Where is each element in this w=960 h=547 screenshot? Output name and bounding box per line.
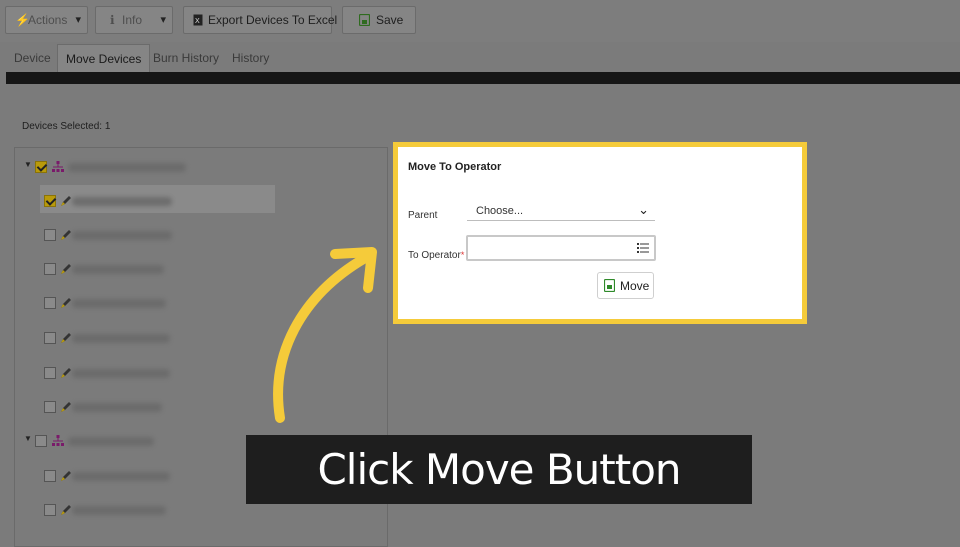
chevron-down-icon: ▾ <box>75 14 81 26</box>
caret-down-icon[interactable]: ▼ <box>24 160 32 169</box>
export-excel-button[interactable]: X Export Devices To Excel <box>183 6 337 34</box>
device-checkbox[interactable] <box>44 470 56 482</box>
device-checkbox[interactable] <box>44 263 56 275</box>
device-pen-icon <box>61 333 71 343</box>
redacted-text <box>68 163 186 172</box>
device-checkbox[interactable] <box>44 229 56 241</box>
device-checkbox[interactable] <box>44 195 56 207</box>
redacted-text <box>72 403 162 412</box>
group-checkbox[interactable] <box>35 435 47 447</box>
move-to-operator-dialog: Move To Operator Parent Choose... ⌄ To O… <box>393 142 807 324</box>
caret-down-icon[interactable]: ▼ <box>24 434 32 443</box>
device-checkbox[interactable] <box>44 332 56 344</box>
dialog-title: Move To Operator <box>408 161 502 173</box>
list-icon[interactable] <box>637 242 649 254</box>
device-pen-icon <box>61 196 71 206</box>
required-marker: * <box>460 250 465 260</box>
header-divider <box>6 72 960 84</box>
redacted-text <box>72 197 172 206</box>
redacted-text <box>72 265 164 274</box>
chevron-down-icon: ⌄ <box>638 202 649 217</box>
device-pen-icon <box>61 402 71 412</box>
move-icon <box>604 279 615 292</box>
redacted-text <box>68 437 154 446</box>
info-dropdown-button[interactable]: ℹ Info ▾ <box>95 6 173 34</box>
devices-selected-count: Devices Selected: 1 <box>22 121 111 132</box>
svg-text:X: X <box>195 18 200 25</box>
tab-history[interactable]: History <box>232 44 269 72</box>
device-checkbox[interactable] <box>44 401 56 413</box>
save-button[interactable]: Save <box>342 6 416 34</box>
tutorial-caption: Click Move Button <box>246 435 752 504</box>
group-checkbox[interactable] <box>35 161 47 173</box>
move-button[interactable]: Move <box>597 272 654 299</box>
device-pen-icon <box>61 505 71 515</box>
save-icon <box>359 14 370 26</box>
redacted-text <box>72 334 170 343</box>
parent-label: Parent <box>408 210 438 221</box>
to-operator-input[interactable] <box>466 235 656 261</box>
actions-dropdown-button[interactable]: ⚡ Actions ▾ <box>5 6 88 34</box>
toolbar: ⚡ Actions ▾ ℹ Info ▾ X Export Devices To… <box>0 0 960 42</box>
tab-move-devices[interactable]: Move Devices <box>57 44 151 72</box>
device-checkbox[interactable] <box>44 504 56 516</box>
device-pen-icon <box>61 471 71 481</box>
chevron-down-icon: ▾ <box>160 14 166 26</box>
device-pen-icon <box>61 368 71 378</box>
excel-file-icon: X <box>193 14 203 26</box>
redacted-text <box>72 369 170 378</box>
redacted-text <box>72 506 166 515</box>
device-pen-icon <box>61 264 71 274</box>
device-pen-icon <box>61 298 71 308</box>
redacted-text <box>72 299 166 308</box>
device-checkbox[interactable] <box>44 297 56 309</box>
device-checkbox[interactable] <box>44 367 56 379</box>
org-chart-icon <box>52 435 64 446</box>
tab-bar: Device Move Devices Burn History History <box>0 42 960 72</box>
tab-device[interactable]: Device <box>14 44 51 72</box>
parent-select[interactable]: Choose... ⌄ <box>467 199 655 221</box>
org-chart-icon <box>52 161 64 172</box>
info-icon: ℹ <box>110 13 115 27</box>
parent-select-value: Choose... <box>476 205 524 217</box>
device-pen-icon <box>61 230 71 240</box>
redacted-text <box>72 231 172 240</box>
tab-burn-history[interactable]: Burn History <box>153 44 219 72</box>
operator-label: To Operator* <box>408 250 465 261</box>
redacted-text <box>72 472 170 481</box>
annotation-arrow-icon <box>273 247 377 423</box>
